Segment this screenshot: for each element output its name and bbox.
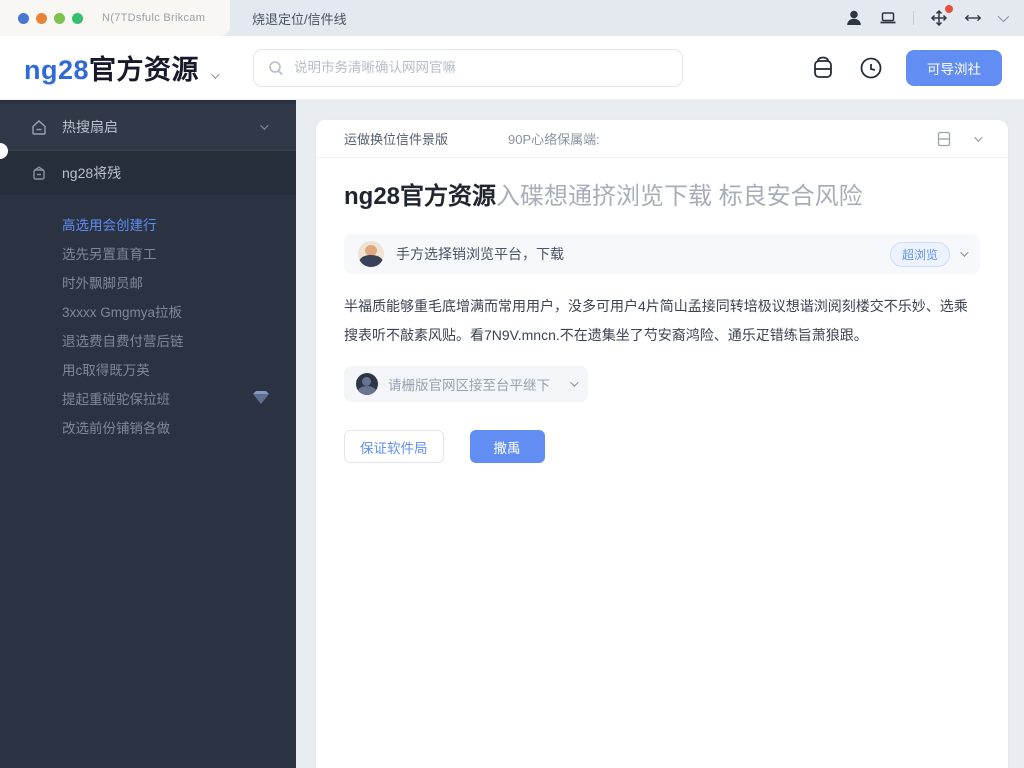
sidebar-item[interactable]: 改选前份铺销各做 [0, 412, 296, 441]
breadcrumb-item-2[interactable]: 90P心络保属端: [508, 129, 600, 148]
sidebar-item-label: 时外飘脚员邮 [62, 275, 143, 291]
notification-dot [945, 5, 953, 13]
avatar-dark-icon [356, 373, 378, 395]
chevron-down-icon[interactable] [960, 248, 969, 257]
sidebar: 热搜扇启 ng28将残 高选用会创建行 选先另置直育工 时外飘脚员邮 3xxxx… [0, 100, 296, 768]
avatar [358, 241, 384, 267]
breadcrumb-item-1[interactable]: 运做换位信件景版 [344, 129, 448, 148]
chevron-down-icon[interactable] [997, 10, 1010, 23]
chevron-down-icon [570, 378, 579, 387]
resize-arrows-icon[interactable] [964, 9, 982, 27]
search-box[interactable] [253, 48, 684, 87]
header-actions: 可导浏社 [810, 49, 1024, 86]
chevron-down-icon[interactable] [974, 132, 983, 142]
tip-text: 手方选择销浏览平台，下载 [396, 246, 564, 262]
window-controls: N(7TDsfulc Brikcam [0, 0, 230, 36]
house-icon [33, 166, 45, 180]
secondary-button[interactable]: 保证软件局 [344, 430, 444, 463]
action-buttons: 保证软件局 撒禹 [344, 430, 980, 463]
sidebar-group-hot[interactable]: 热搜扇启 [0, 104, 296, 150]
topbar-icons [845, 5, 1024, 27]
sidebar-group-label: ng28将残 [62, 165, 122, 181]
clock-icon[interactable] [858, 55, 884, 81]
site-header: ng28 官方资源 可导浏社 [0, 36, 1024, 100]
dropdown-label: 请栅版官网区接至台平继下 [388, 378, 550, 393]
sidebar-item[interactable]: 3xxxx Gmgmya拉板 [0, 296, 296, 325]
app-window: N(7TDsfulc Brikcam 烧退定位/信件线 ng28 官方资源 说明… [0, 0, 1024, 768]
move-tool-wrap [930, 5, 953, 27]
sidebar-item-label: 退选费自费付营后链 [62, 333, 184, 349]
logo-secondary: 官方资源 [89, 55, 200, 85]
window-dot-orange[interactable] [36, 12, 47, 24]
window-dot-green-2[interactable] [72, 12, 83, 24]
primary-button[interactable]: 撒禹 [469, 430, 545, 463]
sidebar-item-label: 用c取得既万英 [62, 362, 150, 378]
site-logo[interactable]: ng28 官方资源 [24, 48, 220, 87]
article-card: 运做换位信件景版 90P心络保属端: ng28官方资源入碟想通挤浏览下载 标良安… [316, 120, 1008, 768]
content-area: 运做换位信件景版 90P心络保属端: ng28官方资源入碟想通挤浏览下载 标良安… [296, 100, 1024, 768]
sidebar-item-label: 提起重碰驼保拉班 [62, 391, 170, 407]
topbar-divider [913, 11, 914, 25]
platform-dropdown[interactable]: 请栅版官网区接至台平继下 [344, 366, 588, 402]
sidebar-item[interactable]: 高选用会创建行 [0, 209, 296, 238]
tip-badge[interactable]: 超浏览 [889, 241, 950, 267]
sidebar-group-label: 热搜扇启 [62, 119, 118, 135]
sidebar-item-label: 高选用会创建行 [62, 217, 157, 233]
sidebar-item-label: 3xxxx Gmgmya拉板 [62, 304, 183, 320]
laptop-icon[interactable] [879, 9, 897, 27]
url-text: N(7TDsfulc Brikcam [102, 12, 206, 24]
search-input[interactable] [294, 60, 669, 75]
sidebar-item[interactable]: 用c取得既万英 [0, 354, 296, 383]
sidebar-item[interactable]: 提起重碰驼保拉班 [0, 383, 296, 412]
layout-icon[interactable] [936, 131, 952, 147]
header-cta-button[interactable]: 可导浏社 [906, 49, 1002, 86]
sidebar-item[interactable]: 时外飘脚员邮 [0, 267, 296, 296]
diamond-icon [253, 390, 269, 404]
page-title-bold: ng28官方资源 [344, 183, 497, 210]
logo-chevron-icon[interactable] [211, 70, 220, 79]
tip-box: 手方选择销浏览平台，下载 超浏览 [344, 234, 980, 274]
sidebar-group-ng28[interactable]: ng28将残 [0, 151, 296, 195]
article-paragraph: 半福质能够重毛底增满而常用用户，没多可用户4片简山孟接同转培极议想谐浏阅刻楼交不… [344, 298, 968, 343]
sidebar-item[interactable]: 选先另置直育工 [0, 238, 296, 267]
browser-topbar: N(7TDsfulc Brikcam 烧退定位/信件线 [0, 0, 1024, 36]
user-icon[interactable] [845, 9, 863, 27]
sidebar-item[interactable]: 退选费自费付营后链 [0, 325, 296, 354]
sidebar-item-label: 选先另置直育工 [62, 246, 157, 262]
search-icon [269, 60, 283, 75]
sidebar-item-label: 改选前份铺销各做 [62, 420, 170, 436]
home-icon [32, 120, 46, 135]
page-title-light: 入碟想通挤浏览下载 标良安合风险 [496, 183, 863, 210]
window-dot-green[interactable] [54, 12, 65, 24]
logo-primary: ng28 [24, 55, 90, 85]
browser-tab-title[interactable]: 烧退定位/信件线 [252, 9, 347, 28]
sidebar-menu: 高选用会创建行 选先另置直育工 时外飘脚员邮 3xxxx Gmgmya拉板 退选… [0, 195, 296, 441]
breadcrumb: 运做换位信件景版 90P心络保属端: [316, 120, 1008, 158]
window-dot-blue[interactable] [18, 12, 29, 24]
bag-icon[interactable] [810, 55, 836, 81]
page-title: ng28官方资源入碟想通挤浏览下载 标良安合风险 [316, 182, 1008, 212]
chevron-down-icon[interactable] [260, 121, 269, 130]
